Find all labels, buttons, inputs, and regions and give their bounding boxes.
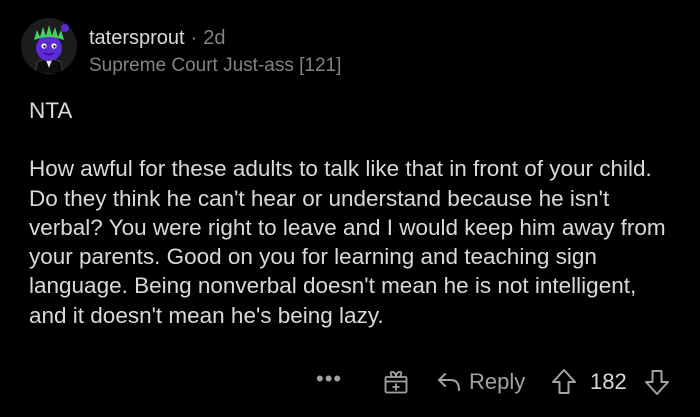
- comment: tatersprout · 2d Supreme Court Just-ass [1…: [0, 0, 700, 417]
- gift-icon[interactable]: [383, 369, 409, 395]
- comment-actions: ••• Reply 182: [0, 364, 700, 400]
- comment-body: NTA How awful for these adults to talk l…: [29, 96, 679, 330]
- meta-separator: ·: [190, 27, 198, 49]
- upvote-arrow-icon[interactable]: [551, 368, 577, 396]
- avatar[interactable]: [21, 18, 77, 74]
- comment-age: 2d: [203, 27, 226, 49]
- username[interactable]: tatersprout: [89, 27, 185, 49]
- vote-score: 182: [590, 369, 627, 394]
- comment-paragraph: NTA: [29, 98, 73, 123]
- comment-meta: tatersprout · 2d: [89, 26, 226, 50]
- downvote-arrow-icon[interactable]: [644, 368, 670, 396]
- user-flair: Supreme Court Just-ass [121]: [89, 55, 342, 76]
- more-options-button[interactable]: •••: [316, 364, 342, 400]
- avatar-image: [21, 18, 77, 74]
- reply-button[interactable]: Reply: [469, 368, 525, 396]
- comment-paragraph: How awful for these adults to talk like …: [29, 156, 666, 328]
- reply-arrow-icon[interactable]: [436, 370, 462, 394]
